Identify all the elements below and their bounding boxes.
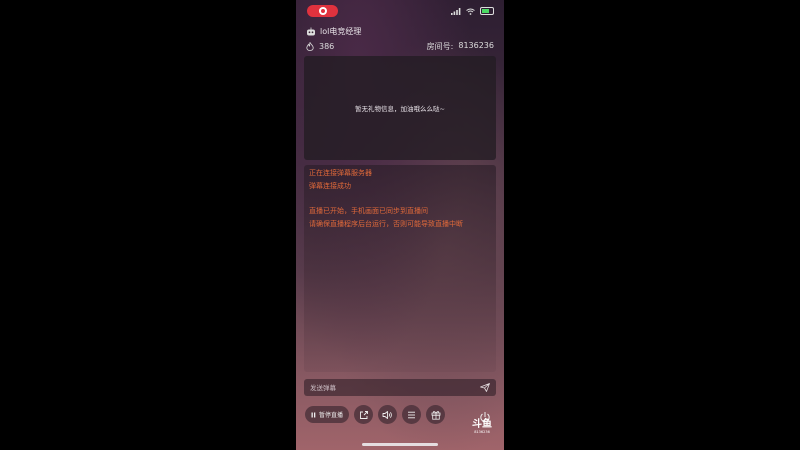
stats-row: 386 房间号: 8136236	[306, 41, 494, 52]
chat-message: 正在连接弹幕服务器	[309, 169, 372, 177]
phone-screen: lol电竞经理 386 房间号: 8136236 暂无礼物信息，加油哦么么哒~ …	[296, 0, 504, 450]
record-icon	[318, 7, 327, 15]
recording-indicator[interactable]	[307, 5, 338, 17]
gift-button[interactable]	[426, 405, 446, 424]
douyu-logo: 斗鱼 8136236	[471, 420, 493, 435]
status-icons	[451, 7, 494, 15]
signal-icon	[451, 7, 461, 15]
room-label: 房间号:	[426, 42, 454, 51]
room-number: 8136236	[458, 41, 494, 50]
channel-name: lol电竞经理	[320, 27, 362, 36]
control-bar: 暂停直播	[305, 405, 446, 424]
chat-panel[interactable]: 正在连接弹幕服务器 弹幕连接成功 直播已开始，手机画面已同步到直播间 请确保直播…	[304, 165, 496, 372]
channel-header: lol电竞经理	[306, 26, 361, 37]
gift-icon	[431, 410, 440, 420]
viewer-count-group: 386	[306, 42, 334, 51]
danmaku-input[interactable]	[310, 383, 460, 392]
status-bar	[296, 0, 504, 22]
volume-button[interactable]	[378, 405, 398, 424]
share-button[interactable]	[354, 405, 374, 424]
viewer-count: 386	[319, 42, 335, 51]
gift-panel: 暂无礼物信息，加油哦么么哒~	[304, 56, 496, 160]
logo-room-number: 8136236	[474, 430, 490, 434]
robot-avatar-icon	[307, 27, 315, 36]
speaker-icon	[382, 410, 392, 419]
room-info: 房间号: 8136236	[427, 41, 494, 52]
menu-icon	[408, 411, 416, 418]
menu-button[interactable]	[402, 405, 422, 424]
danmaku-input-bar	[304, 379, 496, 396]
chat-message: 直播已开始，手机画面已同步到直播间	[309, 207, 428, 215]
pause-live-label: 暂停直播	[319, 412, 344, 419]
pause-live-button[interactable]: 暂停直播	[305, 406, 350, 423]
chat-message: 弹幕连接成功	[309, 182, 351, 190]
wifi-icon	[466, 8, 475, 15]
share-icon	[359, 410, 368, 419]
home-indicator[interactable]	[362, 443, 438, 446]
gift-empty-text: 暂无礼物信息，加油哦么么哒~	[355, 105, 445, 113]
chat-message: 请确保直播程序后台运行，否则可能导致直播中断	[309, 220, 463, 228]
flame-icon	[306, 42, 314, 51]
battery-icon	[480, 7, 494, 15]
logo-brand: 斗鱼	[472, 419, 492, 430]
pause-icon	[311, 412, 316, 417]
send-icon[interactable]	[480, 383, 490, 392]
